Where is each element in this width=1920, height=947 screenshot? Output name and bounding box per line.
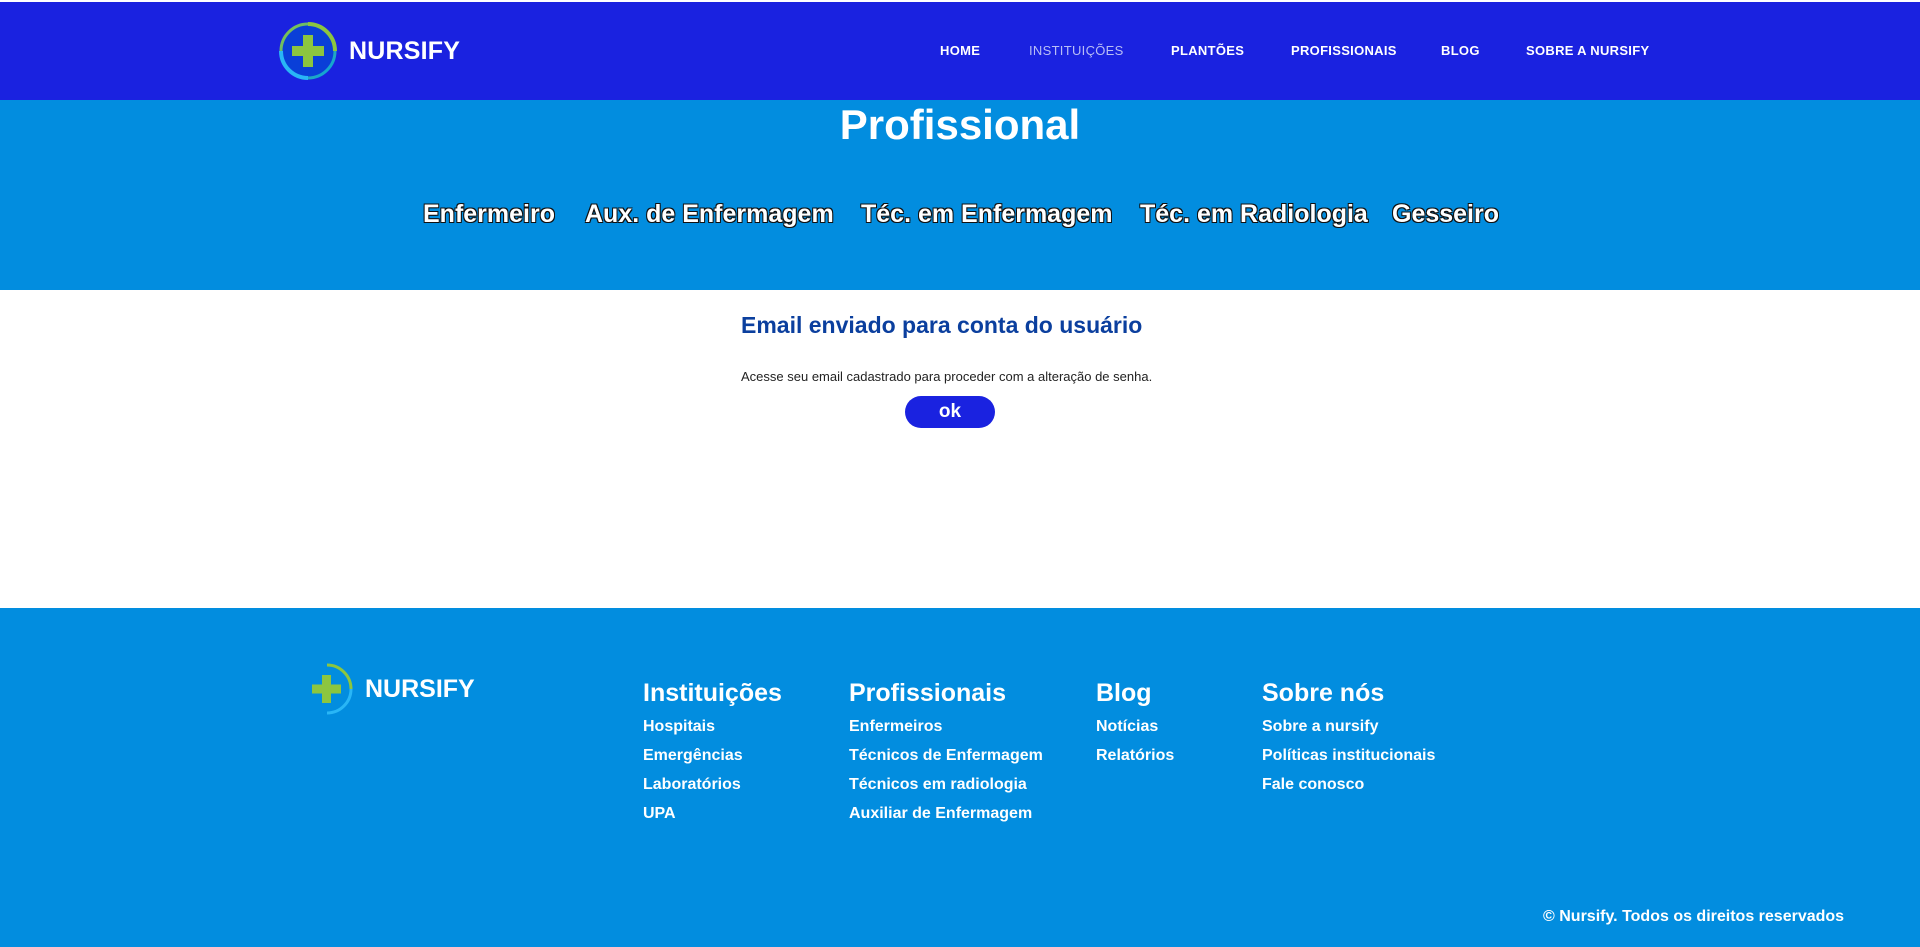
footer-col-title: Instituições <box>643 679 782 707</box>
main-nav: HOME INSTITUIÇÕES PLANTÕES PROFISSIONAIS… <box>0 2 1920 100</box>
ok-button[interactable]: ok <box>905 396 995 428</box>
message-title: Email enviado para conta do usuário <box>741 312 1143 338</box>
footer-link-hospitais[interactable]: Hospitais <box>643 712 782 741</box>
footer-link-politicas[interactable]: Políticas institucionais <box>1262 741 1435 770</box>
tab-enfermeiro[interactable]: Enfermeiro <box>423 200 555 229</box>
nav-home[interactable]: HOME <box>940 43 980 58</box>
footer-col-profissionais: Profissionais Enfermeiros Técnicos de En… <box>849 678 1043 828</box>
nav-blog[interactable]: BLOG <box>1441 43 1480 58</box>
footer-link-fale-conosco[interactable]: Fale conosco <box>1262 770 1435 799</box>
footer-link-upa[interactable]: UPA <box>643 799 782 828</box>
tab-tec-enfermagem[interactable]: Téc. em Enfermagem <box>861 200 1113 229</box>
top-navbar: NURSIFY HOME INSTITUIÇÕES PLANTÕES PROFI… <box>0 2 1920 100</box>
footer-link-sobre-nursify[interactable]: Sobre a nursify <box>1262 712 1435 741</box>
profession-hero: Profissional Enfermeiro Aux. de Enfermag… <box>0 100 1920 290</box>
footer-link-noticias[interactable]: Notícias <box>1096 712 1174 741</box>
footer-brand-name: NURSIFY <box>365 674 475 703</box>
footer-link-tecnicos-radiologia[interactable]: Técnicos em radiologia <box>849 770 1043 799</box>
footer: NURSIFY Instituições Hospitais Emergênci… <box>0 608 1920 947</box>
tab-aux-enfermagem[interactable]: Aux. de Enfermagem <box>585 200 834 229</box>
page-title: Profissional <box>839 101 1081 148</box>
footer-col-instituicoes: Instituições Hospitais Emergências Labor… <box>643 678 782 828</box>
message-panel: Email enviado para conta do usuário Aces… <box>0 290 1920 608</box>
nav-sobre[interactable]: SOBRE A NURSIFY <box>1526 43 1649 58</box>
footer-col-title: Blog <box>1096 679 1152 707</box>
footer-logo[interactable]: NURSIFY <box>309 663 475 715</box>
footer-link-tecnicos-enfermagem[interactable]: Técnicos de Enfermagem <box>849 741 1043 770</box>
nav-plantoes[interactable]: PLANTÕES <box>1171 43 1244 58</box>
footer-link-relatorios[interactable]: Relatórios <box>1096 741 1174 770</box>
footer-col-title: Profissionais <box>849 679 1006 707</box>
copyright-text: © Nursify. Todos os direitos reservados <box>1543 908 1845 925</box>
footer-link-enfermeiros[interactable]: Enfermeiros <box>849 712 1043 741</box>
footer-col-title: Sobre nós <box>1262 679 1385 707</box>
nav-instituicoes[interactable]: INSTITUIÇÕES <box>1029 43 1124 58</box>
footer-link-laboratorios[interactable]: Laboratórios <box>643 770 782 799</box>
footer-col-sobre: Sobre nós Sobre a nursify Políticas inst… <box>1262 678 1435 799</box>
nursify-logo-icon <box>309 663 357 715</box>
nav-profissionais[interactable]: PROFISSIONAIS <box>1291 43 1397 58</box>
footer-link-auxiliar-enfermagem[interactable]: Auxiliar de Enfermagem <box>849 799 1043 828</box>
tab-tec-radiologia[interactable]: Téc. em Radiologia <box>1140 200 1368 229</box>
message-text: Acesse seu email cadastrado para procede… <box>741 369 1153 384</box>
footer-col-blog: Blog Notícias Relatórios <box>1096 678 1174 770</box>
tab-gesseiro[interactable]: Gesseiro <box>1392 200 1499 229</box>
footer-link-emergencias[interactable]: Emergências <box>643 741 782 770</box>
